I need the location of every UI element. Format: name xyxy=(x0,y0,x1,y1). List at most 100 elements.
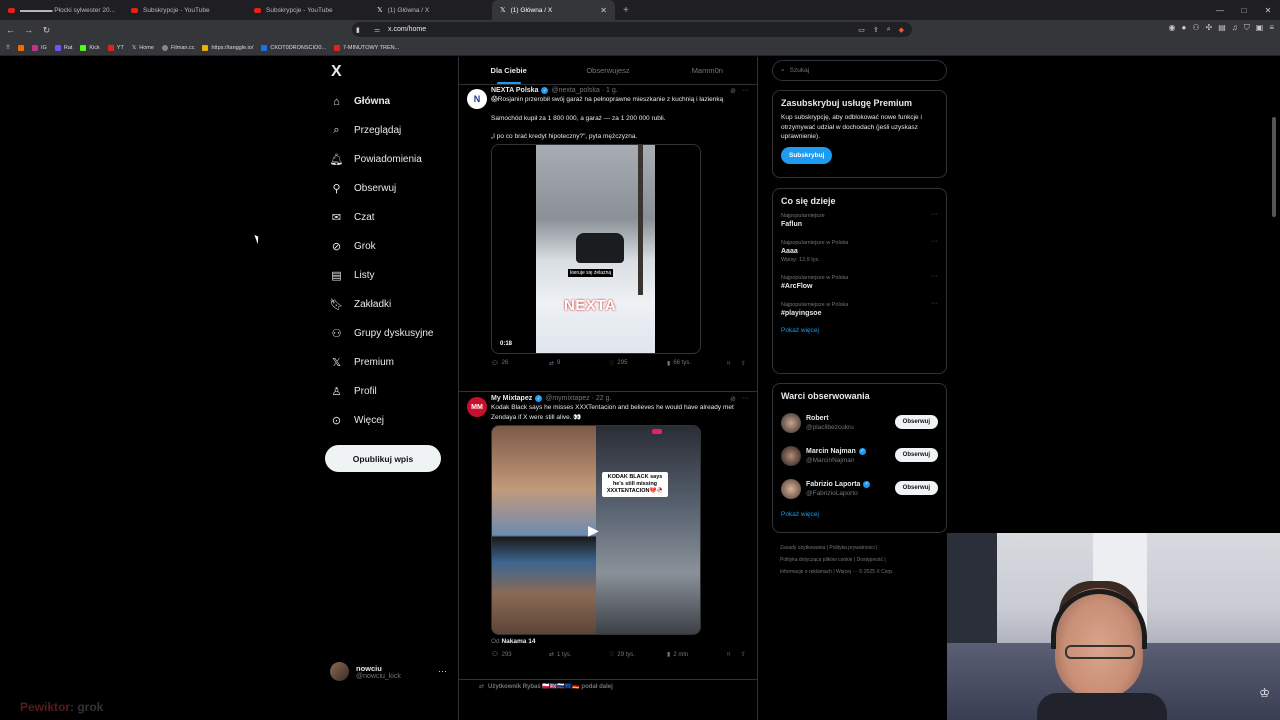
vpn-icon[interactable]: ⛉ xyxy=(1244,23,1250,33)
more-icon[interactable]: ··· xyxy=(931,238,938,245)
reply-button[interactable]: 💬︎ 26 xyxy=(491,360,549,367)
bookmark-item[interactable]: CKOT0DRONSCIO0... xyxy=(261,44,326,51)
share-icon[interactable]: ⇪ xyxy=(873,26,879,34)
repost-button[interactable]: ⇄ 1 tys. xyxy=(549,651,609,659)
bookmark-item[interactable]: 7-MINUTOWY TREN... xyxy=(333,44,399,51)
bookmark-item[interactable] xyxy=(18,44,25,51)
tweet-video[interactable]: KODAK BLACK says he's still missing XXXT… xyxy=(491,425,701,635)
bookmark-item[interactable]: https://tanggle.io/ xyxy=(202,44,253,51)
browser-tab[interactable]: Subskrypcje - YouTube xyxy=(123,0,246,20)
media-source-link[interactable]: Nakama 14 xyxy=(501,638,535,645)
follow-button[interactable]: Obserwuj xyxy=(894,448,938,462)
site-settings-icon[interactable]: ⚌ xyxy=(374,26,380,34)
play-icon[interactable]: ▶ xyxy=(588,522,599,539)
avatar[interactable]: MM xyxy=(467,397,487,417)
avatar[interactable]: N xyxy=(467,89,487,109)
extensions-icon[interactable]: ✣ xyxy=(1206,23,1213,33)
nav-item-communities[interactable]: ⚇ Grupy dyskusyjne xyxy=(330,327,434,340)
views-button[interactable]: ▮ 2 mln xyxy=(667,651,727,659)
tweet-author-name[interactable]: My Mixtapez xyxy=(491,395,532,402)
nav-item-bookmarks[interactable]: 🔖︎ Zakładki xyxy=(330,298,392,311)
footer-link[interactable]: Polityka dotycząca plików cookie xyxy=(780,557,853,563)
extension-icon[interactable]: ◉ xyxy=(1169,23,1176,33)
share-button[interactable]: ⇧ xyxy=(741,360,746,367)
sidebar-icon[interactable]: ▤ xyxy=(1218,23,1226,33)
new-tab-button[interactable]: + xyxy=(615,5,637,16)
tweet[interactable]: N NEXTA Polska ✓ @nexta_polska · 1 g. ⊘ ·… xyxy=(459,85,757,392)
like-button[interactable]: ♡ 295 xyxy=(609,360,667,367)
grok-icon[interactable]: ⊘ xyxy=(730,87,736,95)
bookmark-item[interactable]: YT xyxy=(107,44,124,51)
search-input[interactable]: ⌕ Szukaj xyxy=(772,60,947,81)
media-icon[interactable]: ♫ xyxy=(1232,23,1238,33)
wallet-icon[interactable]: ▣ xyxy=(1256,23,1264,33)
grok-icon[interactable]: ⊘ xyxy=(730,395,736,403)
more-icon[interactable]: ··· xyxy=(931,300,938,307)
nav-item-notifications[interactable]: 🔔︎ Powiadomienia xyxy=(330,153,422,166)
follow-suggestion[interactable]: Robert @placlibezcukru Obserwuj xyxy=(781,406,938,439)
install-icon[interactable]: ▭ xyxy=(858,26,865,34)
browser-tab-active[interactable]: 𝕏 (1) Główna / X ✕ xyxy=(492,0,615,20)
maximize-icon[interactable]: □ xyxy=(1232,6,1256,15)
extension-icon[interactable]: ● xyxy=(1181,23,1186,33)
nav-item-premium[interactable]: 𝕏 Premium xyxy=(330,356,394,369)
zoom-icon[interactable]: ⌕ xyxy=(887,26,891,34)
follow-button[interactable]: Obserwuj xyxy=(894,481,938,495)
nav-item-home[interactable]: ⌂ Główna xyxy=(330,95,390,108)
share-button[interactable]: ⇧ xyxy=(741,651,746,658)
nav-item-lists[interactable]: ▤ Listy xyxy=(330,269,374,282)
trend-item[interactable]: Najpopularniejsze w Polska Aaaa Wpisy: 1… xyxy=(781,238,938,263)
footer-link[interactable]: Dostępność xyxy=(857,557,883,563)
tweet-author-name[interactable]: NEXTA Polska xyxy=(491,87,538,94)
tweet[interactable]: MM My Mixtapez ✓ @mymixtapez · 22 g. ⊘ ··… xyxy=(459,393,757,680)
follow-suggestion[interactable]: Marcin Najman ✓ @MarcinNajman Obserwuj xyxy=(781,439,938,472)
follow-button[interactable]: Obserwuj xyxy=(894,415,938,429)
tweet-author-handle[interactable]: @mymixtapez · 22 g. xyxy=(545,395,611,402)
forward-icon[interactable]: → xyxy=(21,25,36,35)
footer-link[interactable]: Informacje o reklamach xyxy=(780,569,832,575)
account-switcher[interactable]: nowciu @nowciu_kick xyxy=(330,662,401,681)
reply-button[interactable]: 💬︎ 293 xyxy=(491,651,549,659)
reload-icon[interactable]: ↻ xyxy=(39,25,54,36)
bookmark-item[interactable]: Rat xyxy=(54,44,72,51)
bookmark-item[interactable]: Filman.cc xyxy=(161,44,194,51)
browser-tab[interactable]: 𝕏 (1) Główna / X xyxy=(369,0,492,20)
footer-link[interactable]: Polityka prywatności xyxy=(829,545,874,551)
follow-show-more[interactable]: Pokaż więcej xyxy=(781,511,938,518)
footer-link[interactable]: Zasady użytkowania xyxy=(780,545,825,551)
like-button[interactable]: ♡ 29 tys. xyxy=(609,651,667,659)
extension-icon[interactable]: ⚇ xyxy=(1192,23,1199,33)
more-icon[interactable]: ··· xyxy=(931,211,938,218)
bookmark-page-icon[interactable]: ▮ xyxy=(356,26,360,34)
nav-item-profile[interactable]: ♙ Profil xyxy=(330,385,377,398)
menu-icon[interactable]: ≡ xyxy=(1269,23,1274,33)
tab-following[interactable]: Obserwujesz xyxy=(558,57,657,84)
tweet-video[interactable]: kieruje się żelazną NEXTA 0:18 xyxy=(491,143,701,354)
tweet-author-handle[interactable]: @nexta_polska · 1 g. xyxy=(551,87,617,94)
x-logo-icon[interactable]: X xyxy=(331,63,342,81)
views-button[interactable]: ▮ 66 tys. xyxy=(667,360,727,367)
bookmark-item[interactable]: 𝕏 Home xyxy=(132,45,154,51)
apps-icon[interactable]: ⠿ xyxy=(6,45,10,51)
repost-button[interactable]: ⇄ 9 xyxy=(549,360,609,367)
nav-item-chat[interactable]: ✉ Czat xyxy=(330,211,375,224)
close-window-icon[interactable]: ✕ xyxy=(1256,6,1280,15)
footer-link[interactable]: Więcej ··· xyxy=(836,569,857,575)
follow-suggestion[interactable]: Fabrizio Laporta ✓ @FabrizioLaporto Obser… xyxy=(781,472,938,505)
post-button[interactable]: Opublikuj wpis xyxy=(325,445,441,472)
trend-item[interactable]: Najpopularniejsze Faflun ··· xyxy=(781,211,938,228)
back-icon[interactable]: ← xyxy=(3,25,18,35)
tab-list[interactable]: Mamm0n xyxy=(658,57,757,84)
bookmark-item[interactable]: Kick xyxy=(80,44,100,51)
nav-item-explore[interactable]: ⌕ Przeglądaj xyxy=(330,124,401,137)
bookmark-item[interactable]: IG xyxy=(32,44,47,51)
url-field[interactable]: ▮ ⚌ x.com/home ▭ ⇪ ⌕ ◆ xyxy=(352,22,912,37)
nav-item-grok[interactable]: ⊘ Grok xyxy=(330,240,376,253)
minimize-icon[interactable]: — xyxy=(1208,6,1232,15)
trends-show-more[interactable]: Pokaż więcej xyxy=(781,327,938,334)
close-tab-icon[interactable]: ✕ xyxy=(600,6,607,15)
subscribe-button[interactable]: Subskrybuj xyxy=(781,146,833,164)
more-icon[interactable]: ··· xyxy=(742,395,749,403)
account-more-icon[interactable]: ··· xyxy=(438,666,447,676)
trend-item[interactable]: Najpopularniejsze w Polska #playingsoe ·… xyxy=(781,300,938,317)
